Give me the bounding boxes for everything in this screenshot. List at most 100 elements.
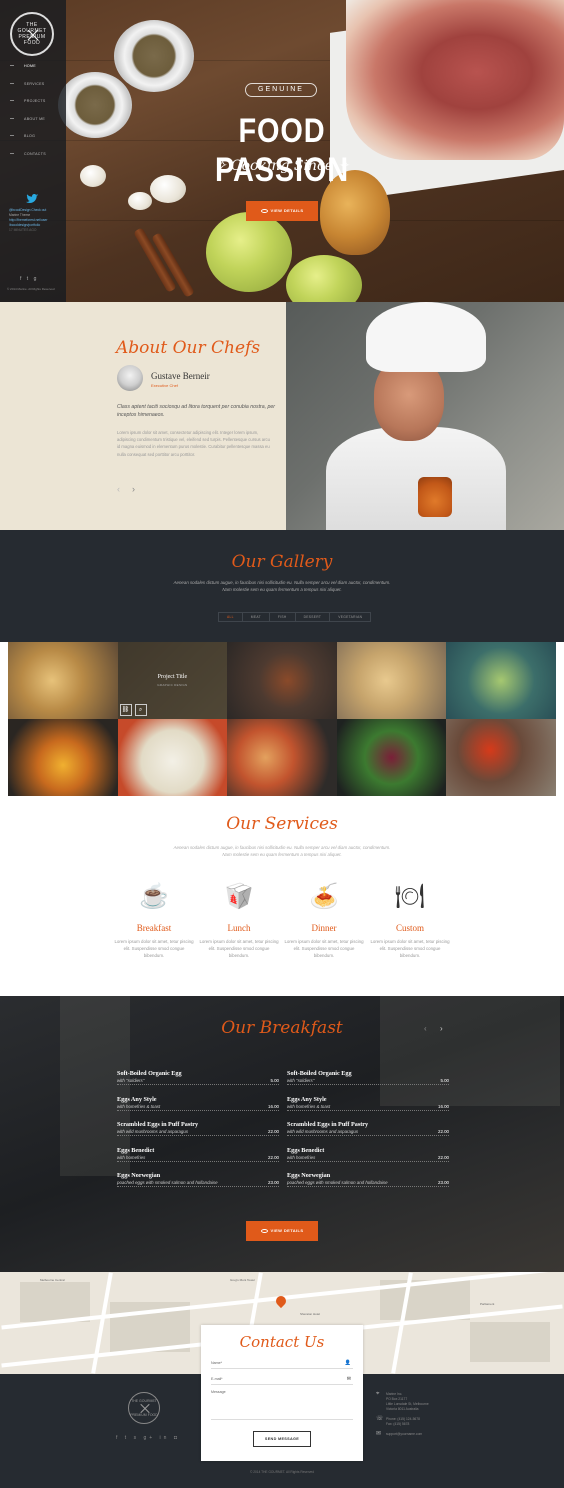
button-label: VIEW DETAILS bbox=[270, 1228, 304, 1233]
email-field[interactable]: E-mail* ✉ bbox=[211, 1374, 353, 1385]
service-desc: Lorem ipsum dolor sit amet, tetur piscin… bbox=[114, 939, 194, 958]
next-arrow-icon[interactable]: › bbox=[440, 1024, 443, 1033]
map-label: Parliament bbox=[480, 1302, 495, 1306]
link-icon[interactable]: ⛓ bbox=[119, 704, 132, 716]
cutlery-icon bbox=[140, 1404, 150, 1413]
menu-item-desc: with homefries bbox=[287, 1155, 449, 1162]
chef-hat bbox=[366, 302, 486, 372]
twitter-icon[interactable]: t bbox=[27, 276, 30, 282]
gallery-item[interactable] bbox=[446, 642, 556, 719]
menu-item-price: 5.00 bbox=[270, 1078, 279, 1083]
twitter-icon[interactable]: t bbox=[125, 1435, 129, 1441]
spaghetti-plate-icon: 🍝 bbox=[309, 883, 339, 910]
gallery-item[interactable] bbox=[8, 642, 118, 719]
nav-item-about[interactable]: ABOUT ME bbox=[10, 117, 46, 135]
project-category: GRAPHIC DESIGN bbox=[157, 683, 188, 687]
menu-item-price: 22.00 bbox=[268, 1154, 279, 1160]
filter-dessert[interactable]: DESSERT bbox=[296, 613, 331, 621]
menu-item-desc: with homefries & toast bbox=[287, 1104, 449, 1111]
gallery-item[interactable] bbox=[446, 719, 556, 796]
gallery-item[interactable] bbox=[117, 719, 228, 796]
google-plus-icon[interactable]: g+ bbox=[143, 1435, 155, 1441]
gallery-item[interactable]: Project Title GRAPHIC DESIGN ⛓ ⌕ bbox=[117, 642, 228, 719]
filter-all[interactable]: ALL bbox=[219, 613, 243, 621]
menu-item: Scrambled Eggs in Puff Pastry with wild m… bbox=[117, 1121, 279, 1147]
view-details-button[interactable]: VIEW DETAILS bbox=[246, 1221, 318, 1241]
chef-avatar bbox=[117, 365, 143, 391]
filter-fish[interactable]: FISH bbox=[270, 613, 296, 621]
nav-item-projects[interactable]: PROJECTS bbox=[10, 99, 46, 117]
address-row: ⌖ Marine Inc. PO Box 21177 Little Lonsda… bbox=[376, 1391, 476, 1412]
prev-arrow-icon[interactable]: ‹ bbox=[424, 1024, 427, 1033]
intro-line: Nam molestie sem eu quam fermentum a tem… bbox=[222, 587, 342, 592]
twitter-feed: @bcoolDesign Check out Marine Theme http… bbox=[9, 208, 59, 233]
service-lunch[interactable]: 🥡 Lunch Lorem ipsum dolor sit amet, tetu… bbox=[199, 880, 279, 959]
gallery-item[interactable] bbox=[8, 719, 118, 796]
eye-icon bbox=[260, 208, 268, 213]
menu-item-price: 16.00 bbox=[268, 1103, 279, 1109]
gallery-item[interactable] bbox=[227, 719, 337, 796]
chef-bio: Lorem ipsum dolor sit amet, consectetur … bbox=[117, 430, 270, 457]
gallery-item[interactable] bbox=[227, 642, 337, 719]
google-plus-icon[interactable]: g bbox=[34, 276, 39, 282]
next-arrow-icon[interactable]: › bbox=[132, 484, 135, 494]
filter-vegetarian[interactable]: VEGETARIAN bbox=[330, 613, 370, 621]
send-message-button[interactable]: SEND MESSAGE bbox=[253, 1431, 311, 1447]
menu-item-name: Scrambled Eggs in Puff Pastry bbox=[287, 1121, 369, 1128]
menu-item: Eggs Any Style with homefries & toast 16.0… bbox=[287, 1096, 449, 1122]
menu-item-desc: with wild mushrooms and asparagus bbox=[287, 1129, 449, 1136]
footer-copyright: © 2014 THE GOURMET. All Rights Reserved bbox=[250, 1470, 314, 1474]
nav-item-blog[interactable]: BLOG bbox=[10, 134, 46, 152]
skype-icon[interactable]: s bbox=[134, 1435, 140, 1441]
menu-item-price: 22.00 bbox=[268, 1129, 279, 1134]
nav-item-home[interactable]: HOME bbox=[10, 64, 46, 82]
chef-coat bbox=[326, 427, 506, 530]
service-custom[interactable]: 🍽 Custom Lorem ipsum dolor sit amet, tet… bbox=[370, 880, 450, 959]
service-breakfast[interactable]: ☕ Breakfast Lorem ipsum dolor sit amet, … bbox=[114, 880, 194, 959]
menu-item-desc: poached eggs with smoked salmon and holl… bbox=[117, 1180, 279, 1187]
linkedin-icon[interactable]: in bbox=[160, 1435, 170, 1441]
name-field[interactable]: Name* 👤 bbox=[211, 1358, 353, 1369]
chef-quote: Class aptent taciti sociosqu ad litora t… bbox=[117, 404, 276, 418]
menu-item-name: Soft-Boiled Organic Egg bbox=[287, 1070, 352, 1077]
footer-social: f t s g+ in ◘ bbox=[116, 1435, 180, 1441]
gallery-filters: ALL MEAT FISH DESSERT VEGETARIAN bbox=[218, 612, 372, 622]
message-field[interactable]: Message bbox=[211, 1390, 353, 1420]
sauce-jar bbox=[418, 477, 452, 517]
user-icon: 👤 bbox=[344, 1360, 351, 1366]
garlic bbox=[128, 192, 152, 210]
brand-logo[interactable]: THE GOURMET PREMIUM FOOD bbox=[10, 12, 54, 56]
button-label: VIEW DETAILS bbox=[270, 208, 304, 213]
nav-item-contacts[interactable]: CONTACTS bbox=[10, 152, 46, 170]
gallery-section: Our Gallery Aenean sodales dictum augue,… bbox=[0, 530, 564, 642]
gallery-item[interactable] bbox=[336, 642, 447, 719]
menu-item-desc: poached eggs with smoked salmon and holl… bbox=[287, 1180, 449, 1187]
menu-item-price: 5.00 bbox=[440, 1078, 449, 1083]
map-label: Melbourne Central bbox=[40, 1278, 65, 1282]
filter-meat[interactable]: MEAT bbox=[243, 613, 270, 621]
garlic bbox=[80, 165, 106, 187]
footer-logo[interactable]: THE GOURMET PREMIUM FOOD bbox=[128, 1392, 160, 1424]
message-placeholder: Message bbox=[211, 1390, 226, 1394]
menu-item: Soft-Boiled Organic Egg with "soldiers" 5.… bbox=[117, 1070, 279, 1096]
facebook-icon[interactable]: f bbox=[20, 276, 23, 282]
footer-contact-info: ⌖ Marine Inc. PO Box 21177 Little Lonsda… bbox=[376, 1391, 476, 1442]
facebook-icon[interactable]: f bbox=[116, 1435, 120, 1441]
service-dinner[interactable]: 🍝 Dinner Lorem ipsum dolor sit amet, tet… bbox=[284, 880, 364, 959]
gallery-item[interactable] bbox=[336, 719, 447, 796]
view-details-button[interactable]: VIEW DETAILS bbox=[246, 201, 318, 221]
menu-item-name: Eggs Norwegian bbox=[287, 1172, 331, 1179]
twitter-icon[interactable] bbox=[26, 194, 38, 204]
section-title: Our Breakfast bbox=[0, 1018, 564, 1038]
fax-text: Fax: (415) 5678 bbox=[386, 1422, 410, 1426]
menu-item-desc: with "soldiers" bbox=[287, 1078, 449, 1085]
section-title: Our Gallery bbox=[0, 552, 564, 572]
nav-item-services[interactable]: SERVICES bbox=[10, 82, 46, 100]
instagram-icon[interactable]: ◘ bbox=[174, 1435, 180, 1441]
title-rest: Us bbox=[299, 1333, 325, 1351]
prev-arrow-icon[interactable]: ‹ bbox=[117, 484, 120, 494]
email-link[interactable]: support@yourname.com bbox=[386, 1432, 476, 1437]
menu-item-desc: with homefries & toast bbox=[117, 1104, 279, 1111]
zoom-icon[interactable]: ⌕ bbox=[134, 704, 147, 716]
title-accent: Our bbox=[226, 814, 260, 834]
